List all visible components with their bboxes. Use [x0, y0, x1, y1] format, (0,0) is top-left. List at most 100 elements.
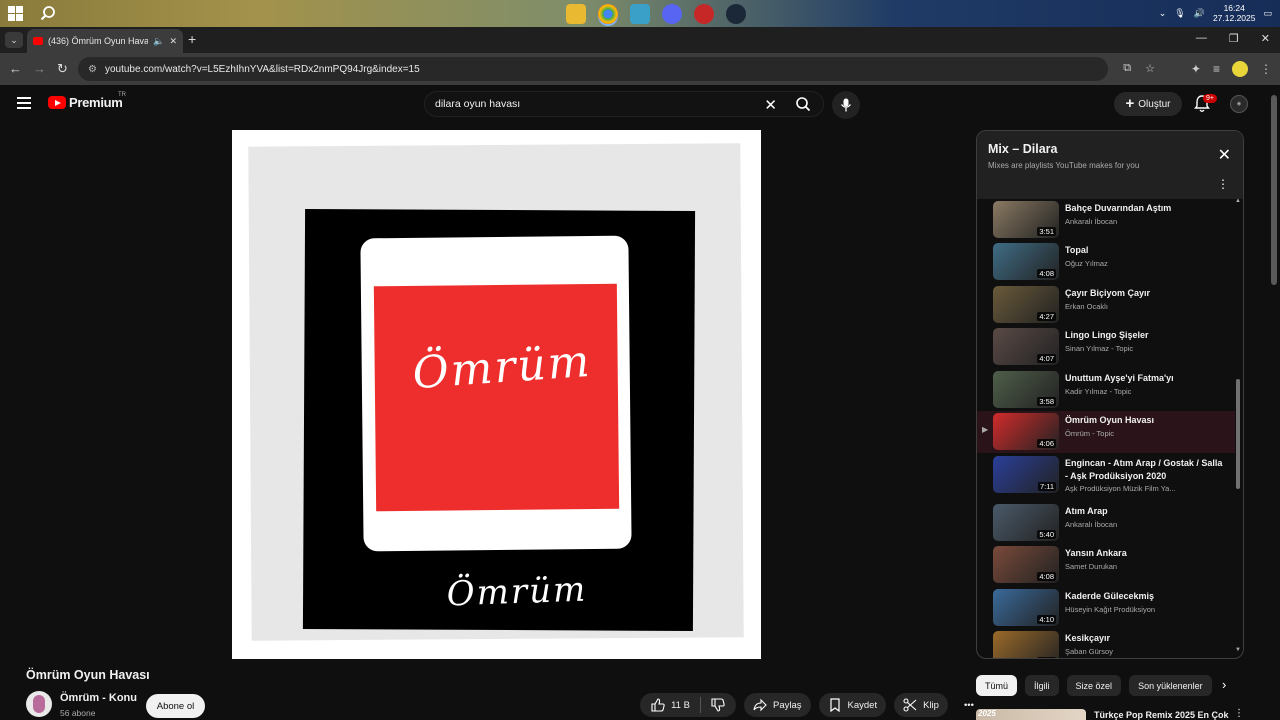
mix-item[interactable]: 4:28 Kesikçayır Şaban Gürsoy: [977, 629, 1235, 658]
youtube-premium-logo[interactable]: Premium TR: [48, 92, 126, 110]
notification-center-icon[interactable]: ▭: [1263, 8, 1272, 19]
mix-item-thumbnail[interactable]: 4:08: [993, 243, 1059, 280]
mix-scrollbar[interactable]: [1236, 379, 1240, 489]
mix-item-thumbnail[interactable]: 4:08: [993, 546, 1059, 583]
mix-item-channel: Ankaralı İbocan: [1065, 217, 1118, 226]
menu-icon[interactable]: [17, 97, 31, 109]
mix-item-thumbnail[interactable]: 4:28: [993, 631, 1059, 658]
speaker-icon[interactable]: 🔈: [153, 36, 164, 47]
mix-item-title: Bahçe Duvarından Aştım: [1065, 203, 1172, 213]
duration-badge: 4:28: [1037, 657, 1056, 658]
steam-icon[interactable]: [726, 4, 746, 24]
app-icon-red[interactable]: [694, 4, 714, 24]
browser-menu-icon[interactable]: ⋮: [1260, 62, 1272, 76]
recommendation-title[interactable]: Türkçe Pop Remix 2025 En Çok: [1094, 710, 1229, 720]
mix-item[interactable]: 3:58 Unuttum Ayşe'yi Fatma'yı Kadir Yılmaz…: [977, 369, 1235, 411]
mix-item-title: Topal: [1065, 245, 1089, 255]
back-icon[interactable]: ←: [9, 61, 22, 76]
mix-item-thumbnail[interactable]: 3:51: [993, 201, 1059, 238]
mix-item-title: Unuttum Ayşe'yi Fatma'yı: [1065, 373, 1174, 383]
close-icon[interactable]: ✕: [1218, 145, 1231, 165]
thumbs-down-icon[interactable]: [711, 698, 725, 712]
chevron-right-icon[interactable]: ›: [1222, 677, 1226, 692]
site-info-icon[interactable]: ⚙: [88, 64, 97, 75]
mix-item[interactable]: 4:08 Yansın Ankara Samet Durukan: [977, 544, 1235, 586]
mix-item-thumbnail[interactable]: 3:58: [993, 371, 1059, 408]
mix-item-thumbnail[interactable]: 4:10: [993, 589, 1059, 626]
logo-text: Premium: [69, 95, 123, 110]
create-button[interactable]: + Oluştur: [1114, 92, 1182, 116]
filter-chip[interactable]: İlgili: [1025, 675, 1059, 696]
app-icon[interactable]: [630, 4, 650, 24]
filter-chip[interactable]: Son yüklenenler: [1129, 675, 1212, 696]
mix-item[interactable]: 5:40 Atım Arap Ankaralı İbocan: [977, 502, 1235, 544]
mix-item-thumbnail[interactable]: 4:27: [993, 286, 1059, 323]
file-explorer-icon[interactable]: [566, 4, 586, 24]
voice-search-button[interactable]: [832, 91, 860, 119]
mix-item[interactable]: 4:27 Çayır Biçiyom Çayır Erkan Ocaklı: [977, 284, 1235, 326]
filter-chip[interactable]: Size özel: [1066, 675, 1122, 696]
browser-tab[interactable]: (436) Ömrüm Oyun Havası 🔈 ✕: [27, 29, 183, 53]
account-avatar[interactable]: ◉: [1230, 95, 1248, 113]
mix-title: Mix – Dilara: [988, 142, 1058, 156]
like-count: 11 B: [671, 699, 690, 711]
mix-item[interactable]: 3:51 Bahçe Duvarından Aştım Ankaralı İboca…: [977, 199, 1235, 241]
notification-badge: 9+: [1203, 94, 1217, 103]
bookmark-star-icon[interactable]: ☆: [1145, 62, 1155, 75]
subscriber-count: 56 abone: [60, 708, 96, 718]
speaker-icon[interactable]: 🔊: [1194, 8, 1205, 19]
microphone-icon[interactable]: 🎙: [1174, 8, 1185, 19]
chevron-up-icon[interactable]: ⌄: [1159, 8, 1167, 19]
mix-item-thumbnail[interactable]: 7:11: [993, 456, 1059, 493]
mix-item-thumbnail[interactable]: 4:07: [993, 328, 1059, 365]
chrome-icon[interactable]: [598, 4, 618, 24]
channel-name[interactable]: Ömrüm - Konu: [60, 692, 137, 704]
duration-badge: 3:51: [1037, 227, 1056, 236]
taskbar-search-icon[interactable]: [40, 5, 56, 21]
address-bar[interactable]: ⚙ youtube.com/watch?v=L5EzhIhnYVA&list=R…: [78, 57, 1108, 81]
profile-avatar[interactable]: [1232, 61, 1248, 77]
tab-search-icon[interactable]: ⌄: [5, 32, 23, 48]
recommendation-thumbnail[interactable]: 2025: [976, 709, 1086, 720]
mix-item[interactable]: 4:08 Topal Oğuz Yılmaz: [977, 241, 1235, 283]
windows-start-icon[interactable]: [8, 6, 23, 21]
mix-item[interactable]: 4:07 Lingo Lingo Şişeler Sinan Yılmaz - To…: [977, 326, 1235, 368]
media-control-icon[interactable]: ≡: [1213, 62, 1220, 76]
share-button[interactable]: Paylaş: [744, 693, 811, 717]
more-options-icon[interactable]: ⋮: [1217, 177, 1229, 191]
filter-chip[interactable]: Tümü: [976, 675, 1018, 696]
duration-badge: 4:27: [1037, 312, 1056, 321]
subscribe-button[interactable]: Abone ol: [146, 694, 205, 718]
clip-button[interactable]: Klip: [894, 693, 948, 717]
video-player[interactable]: Ömrüm Ömrüm: [232, 130, 761, 659]
mix-item-thumbnail[interactable]: 5:40: [993, 504, 1059, 541]
more-options-icon[interactable]: ⋮: [1234, 708, 1244, 719]
scroll-up-icon[interactable]: ▲: [1235, 198, 1241, 204]
mix-item[interactable]: 4:10 Kaderde Gülecekmiş Hüseyin Kağıt Prod…: [977, 587, 1235, 629]
close-window-icon[interactable]: ✕: [1261, 32, 1270, 45]
scroll-down-icon[interactable]: ▼: [1235, 647, 1241, 653]
save-button[interactable]: Kaydet: [818, 693, 887, 717]
search-input[interactable]: dilara oyun havası ✕: [424, 91, 824, 117]
new-tab-icon[interactable]: +: [188, 31, 196, 47]
reload-icon[interactable]: ↻: [57, 61, 68, 77]
restore-icon[interactable]: ❐: [1229, 32, 1239, 45]
channel-avatar[interactable]: [26, 691, 52, 717]
close-tab-icon[interactable]: ✕: [169, 36, 177, 47]
like-button[interactable]: 11 B: [651, 698, 690, 712]
extensions-icon[interactable]: ✦: [1191, 62, 1201, 76]
clock[interactable]: 16:24 27.12.2025: [1213, 3, 1256, 23]
mix-header: Mix – Dilara Mixes are playlists YouTube…: [977, 131, 1243, 199]
mix-item[interactable]: 7:11 Engincan - Atım Arap / Gostak / Sall…: [977, 454, 1235, 496]
discord-icon[interactable]: [662, 4, 682, 24]
search-icon[interactable]: [795, 96, 811, 112]
minimize-icon[interactable]: —: [1196, 32, 1207, 45]
duration-badge: 5:40: [1037, 530, 1056, 539]
cast-icon[interactable]: ⧉: [1123, 62, 1131, 75]
mix-item-thumbnail[interactable]: 4:06: [993, 413, 1059, 450]
mix-item[interactable]: ▶ 4:06 Ömrüm Oyun Havası Ömrüm - Topic: [977, 411, 1235, 453]
forward-icon[interactable]: →: [33, 61, 46, 76]
mix-item-channel: Şaban Gürsoy: [1065, 647, 1113, 656]
clear-search-icon[interactable]: ✕: [764, 96, 777, 114]
page-scrollbar[interactable]: [1271, 95, 1277, 285]
